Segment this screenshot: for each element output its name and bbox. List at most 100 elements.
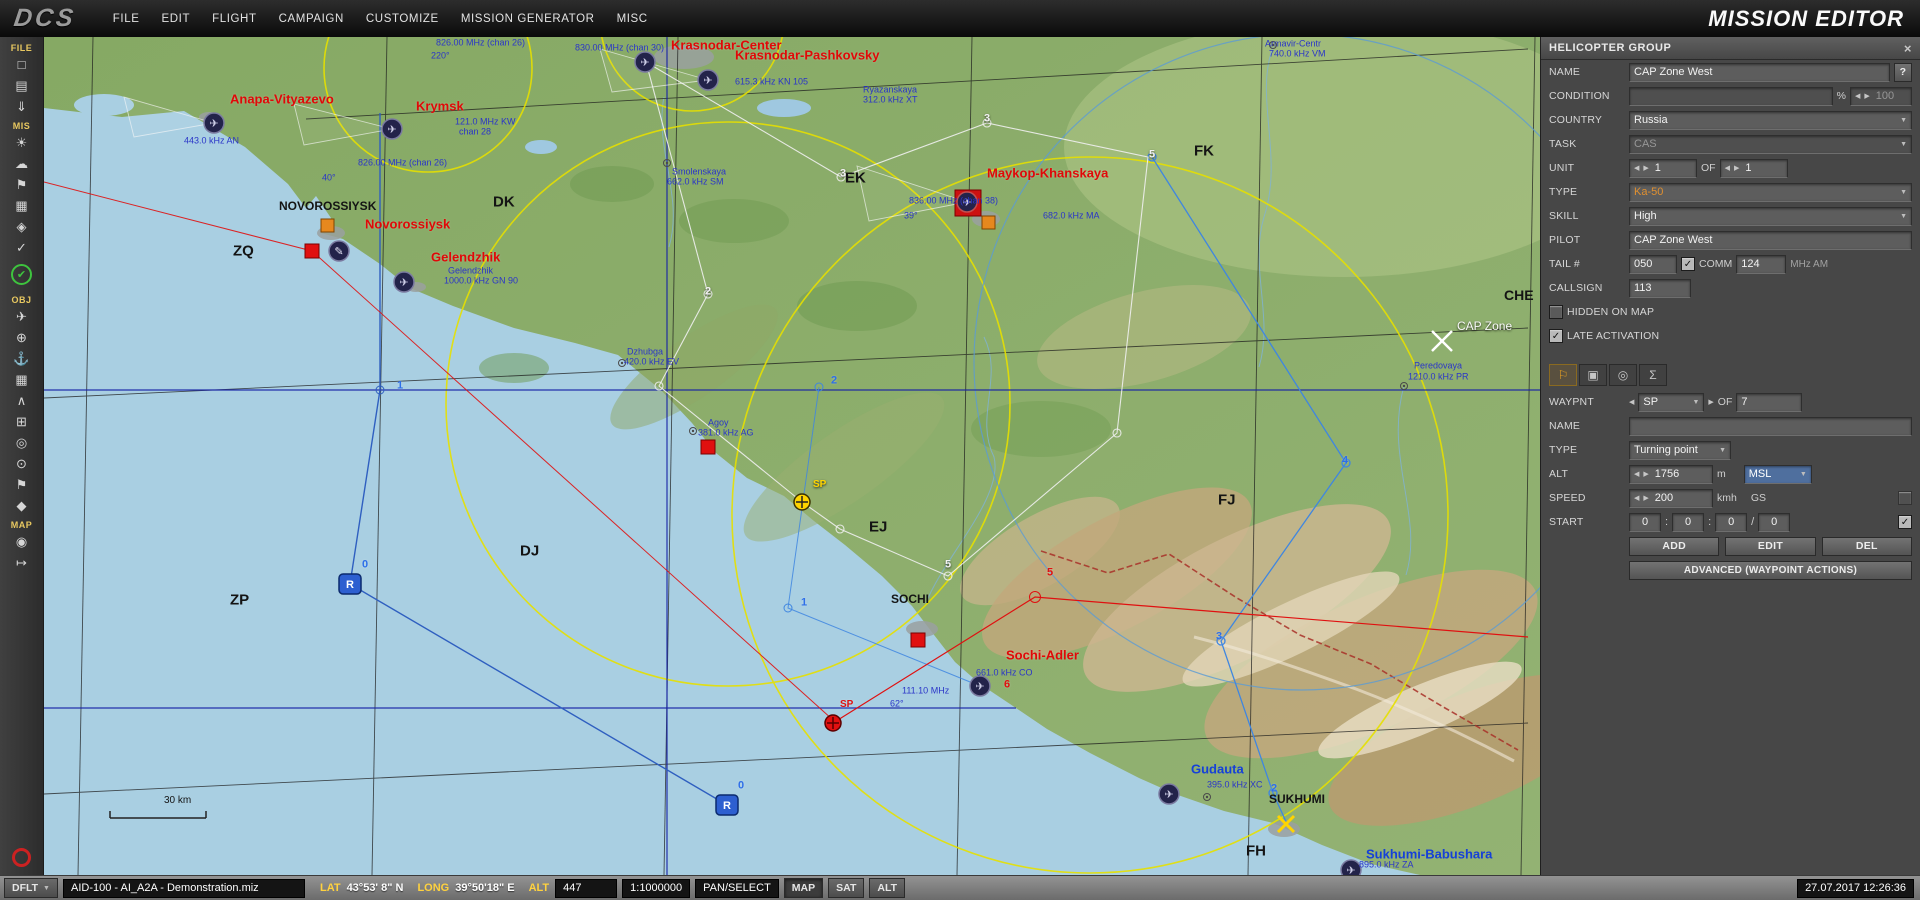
menu-item-mission-generator[interactable]: MISSION GENERATOR [461,13,595,25]
stepper-left-icon[interactable]: ◀ [1634,494,1639,502]
waypoint-name-input[interactable] [1629,417,1912,436]
stepper-left-icon[interactable]: ◀ [1725,164,1730,172]
start-hours-input[interactable]: 0 [1629,513,1661,532]
advanced-waypoint-actions-button[interactable]: ADVANCED (WAYPOINT ACTIONS) [1629,561,1912,580]
condition-input[interactable] [1629,87,1833,106]
help-button[interactable]: ? [1894,63,1912,82]
weather-icon[interactable]: ☀ [8,133,36,152]
static-object-icon[interactable]: ⊞ [8,412,36,431]
condition-stepper[interactable]: ◀ ▶ 100 [1850,87,1912,106]
gelendzhik-airfield-icon: ✈ [394,272,414,292]
distance-tool-icon[interactable]: ↦ [8,553,36,572]
aircraft-type-select[interactable]: Ka-50▼ [1629,183,1912,202]
helicopter-group-icon[interactable]: ⊕ [8,328,36,347]
page-title: MISSION EDITOR [1708,6,1904,32]
stepper-right-icon[interactable]: ▶ [1734,164,1739,172]
start-day-input[interactable]: 0 [1758,513,1790,532]
stepper-left-icon[interactable]: ◀ [1634,164,1639,172]
waypoint-type-select[interactable]: Turning point▼ [1629,441,1731,460]
mouse-mode-value: PAN/SELECT [695,879,779,898]
toolbar-section-label: FILE [11,43,33,53]
stepper-right-icon[interactable]: ▶ [1643,494,1648,502]
fixed-wing-group-icon[interactable]: ✈ [8,307,36,326]
ship-marker-r[interactable]: R [339,574,361,594]
mission-options-icon[interactable]: ▦ [8,196,36,215]
stepper-right-icon[interactable]: ▶ [1643,470,1648,478]
start-time-checkbox[interactable]: ✓ [1898,515,1912,529]
delete-waypoint-button[interactable]: DEL [1822,537,1912,556]
menu-item-misc[interactable]: MISC [617,13,648,25]
bullseye-icon[interactable]: ⊙ [8,454,36,473]
unit-count-stepper[interactable]: ◀ ▶ 1 [1629,159,1697,178]
speed-stepper[interactable]: ◀ ▶ 200 [1629,489,1713,508]
unit-total-stepper[interactable]: ◀ ▶ 1 [1720,159,1788,178]
selected-helicopter-sp-marker[interactable] [794,494,810,510]
status-bar: DFLT▼ AID-100 - AI_A2A - Demonstration.m… [0,875,1920,900]
tab-targeting[interactable]: ◎ [1609,364,1637,386]
open-mission-icon[interactable]: ▤ [8,76,36,95]
trigger-zone-icon[interactable]: ◎ [8,433,36,452]
comm-freq-input[interactable]: 124 [1736,255,1786,274]
briefing-icon[interactable]: ⚑ [8,175,36,194]
start-seconds-input[interactable]: 0 [1715,513,1747,532]
clouds-icon[interactable]: ☁ [8,154,36,173]
record-indicator-icon [12,848,31,867]
sat-layer-button[interactable]: SAT [828,878,864,898]
new-mission-icon[interactable]: □ [8,55,36,74]
pilot-label: PILOT [1549,234,1625,246]
waypnt-label: WAYPNT [1549,396,1625,408]
red-helicopter-sp-marker[interactable] [825,715,841,731]
stepper-left-icon[interactable]: ◀ [1855,92,1860,100]
map-viewport[interactable]: ✈ ✈ ✈ ✈ ✈ ✈ ✈ ✈ ✈ ✎ R R [44,37,1540,875]
mission-check-ok-icon[interactable]: ✔ [11,264,32,285]
close-icon[interactable]: × [1904,41,1912,56]
ship-marker-r2[interactable]: R [716,795,738,815]
add-waypoint-button[interactable]: ADD [1629,537,1719,556]
menu-item-edit[interactable]: EDIT [161,13,190,25]
waypoint-next-icon[interactable]: ▶ [1708,398,1713,406]
mission-goals-icon[interactable]: ◈ [8,217,36,236]
map-canvas[interactable]: ✈ ✈ ✈ ✈ ✈ ✈ ✈ ✈ ✈ ✎ R R [44,37,1540,875]
late-activation-checkbox[interactable]: ✓ [1549,329,1563,343]
tab-route[interactable]: ⚐ [1549,364,1577,386]
map-center-icon[interactable]: ◉ [8,532,36,551]
tail-number-input[interactable]: 050 [1629,255,1677,274]
stepper-left-icon[interactable]: ◀ [1634,470,1639,478]
task-select[interactable]: CAS▼ [1629,135,1912,154]
menu-item-customize[interactable]: CUSTOMIZE [366,13,439,25]
skill-select[interactable]: High▼ [1629,207,1912,226]
tab-abilities[interactable]: ▣ [1579,364,1607,386]
alt-layer-button[interactable]: ALT [869,878,905,898]
stepper-right-icon[interactable]: ▶ [1864,92,1869,100]
krymsk-airfield-icon: ✈ [382,119,402,139]
pilot-input[interactable]: CAP Zone West [1629,231,1912,250]
gudauta-airfield-icon: ✈ [1159,784,1179,804]
altitude-stepper[interactable]: ◀ ▶ 1756 [1629,465,1713,484]
waypoint-prev-icon[interactable]: ◀ [1629,398,1634,406]
alt-reference-select[interactable]: MSL▼ [1744,465,1812,484]
edit-waypoint-button[interactable]: EDIT [1725,537,1815,556]
dflt-dropdown[interactable]: DFLT▼ [4,878,58,898]
speed-lock-checkbox[interactable] [1898,491,1912,505]
map-shapes-icon[interactable]: ◆ [8,496,36,515]
country-select[interactable]: Russia▼ [1629,111,1912,130]
comm-checkbox[interactable]: ✓ [1681,257,1695,271]
save-mission-icon[interactable]: ⇓ [8,97,36,116]
mission-rules-icon[interactable]: ✓ [8,238,36,257]
menu-item-campaign[interactable]: CAMPAIGN [279,13,344,25]
group-name-input[interactable]: CAP Zone West [1629,63,1890,82]
map-layer-button[interactable]: MAP [784,878,823,898]
stepper-right-icon[interactable]: ▶ [1643,164,1648,172]
menu-item-file[interactable]: FILE [113,13,140,25]
template-icon[interactable]: ⚑ [8,475,36,494]
hidden-on-map-checkbox[interactable] [1549,305,1563,319]
vehicle-group-icon[interactable]: ▦ [8,370,36,389]
waypoint-select[interactable]: SP▼ [1638,393,1704,412]
condition-label: CONDITION [1549,90,1625,102]
tab-summary[interactable]: Σ [1639,364,1667,386]
ship-group-icon[interactable]: ⚓ [8,349,36,368]
start-minutes-input[interactable]: 0 [1672,513,1704,532]
air-defense-group-icon[interactable]: ∧ [8,391,36,410]
menu-item-flight[interactable]: FLIGHT [212,13,257,25]
callsign-input[interactable]: 113 [1629,279,1691,298]
